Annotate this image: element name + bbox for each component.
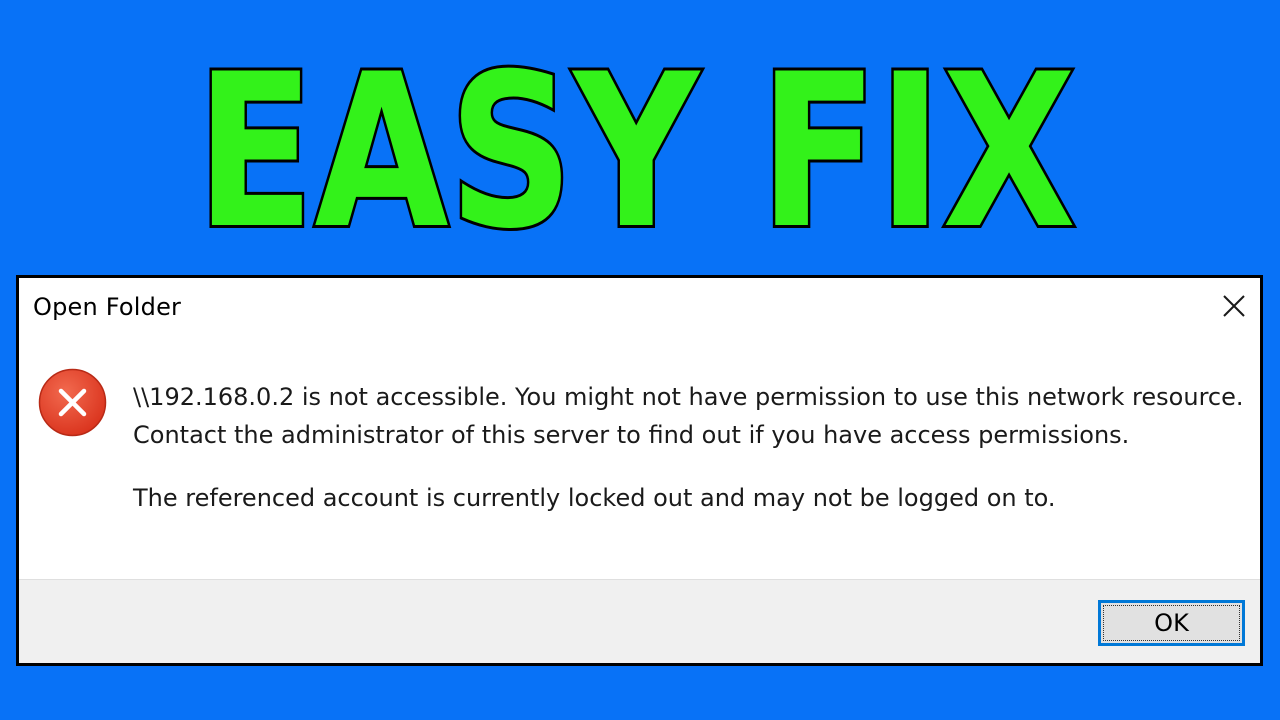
message-line: The referenced account is currently lock… [133, 484, 1056, 512]
dialog-content: \\192.168.0.2 is not accessible. You mig… [19, 340, 1260, 580]
message-line: Contact the administrator of this server… [133, 421, 1130, 449]
error-message: \\192.168.0.2 is not accessible. You mig… [133, 378, 1244, 517]
error-icon [38, 368, 107, 437]
easy-fix-banner: EASY FIX [193, 30, 1079, 260]
error-dialog: Open Folder \\192.168.0.2 is not accessi… [16, 275, 1263, 666]
close-icon [1223, 295, 1245, 317]
close-button[interactable] [1216, 288, 1252, 324]
dialog-title: Open Folder [33, 293, 182, 321]
dialog-footer: OK [19, 579, 1260, 663]
title-bar: Open Folder [19, 278, 1260, 340]
message-line: \\192.168.0.2 is not accessible. You mig… [133, 383, 1244, 411]
ok-button[interactable]: OK [1098, 600, 1245, 646]
banner-text: EASY FIX [196, 30, 1076, 260]
